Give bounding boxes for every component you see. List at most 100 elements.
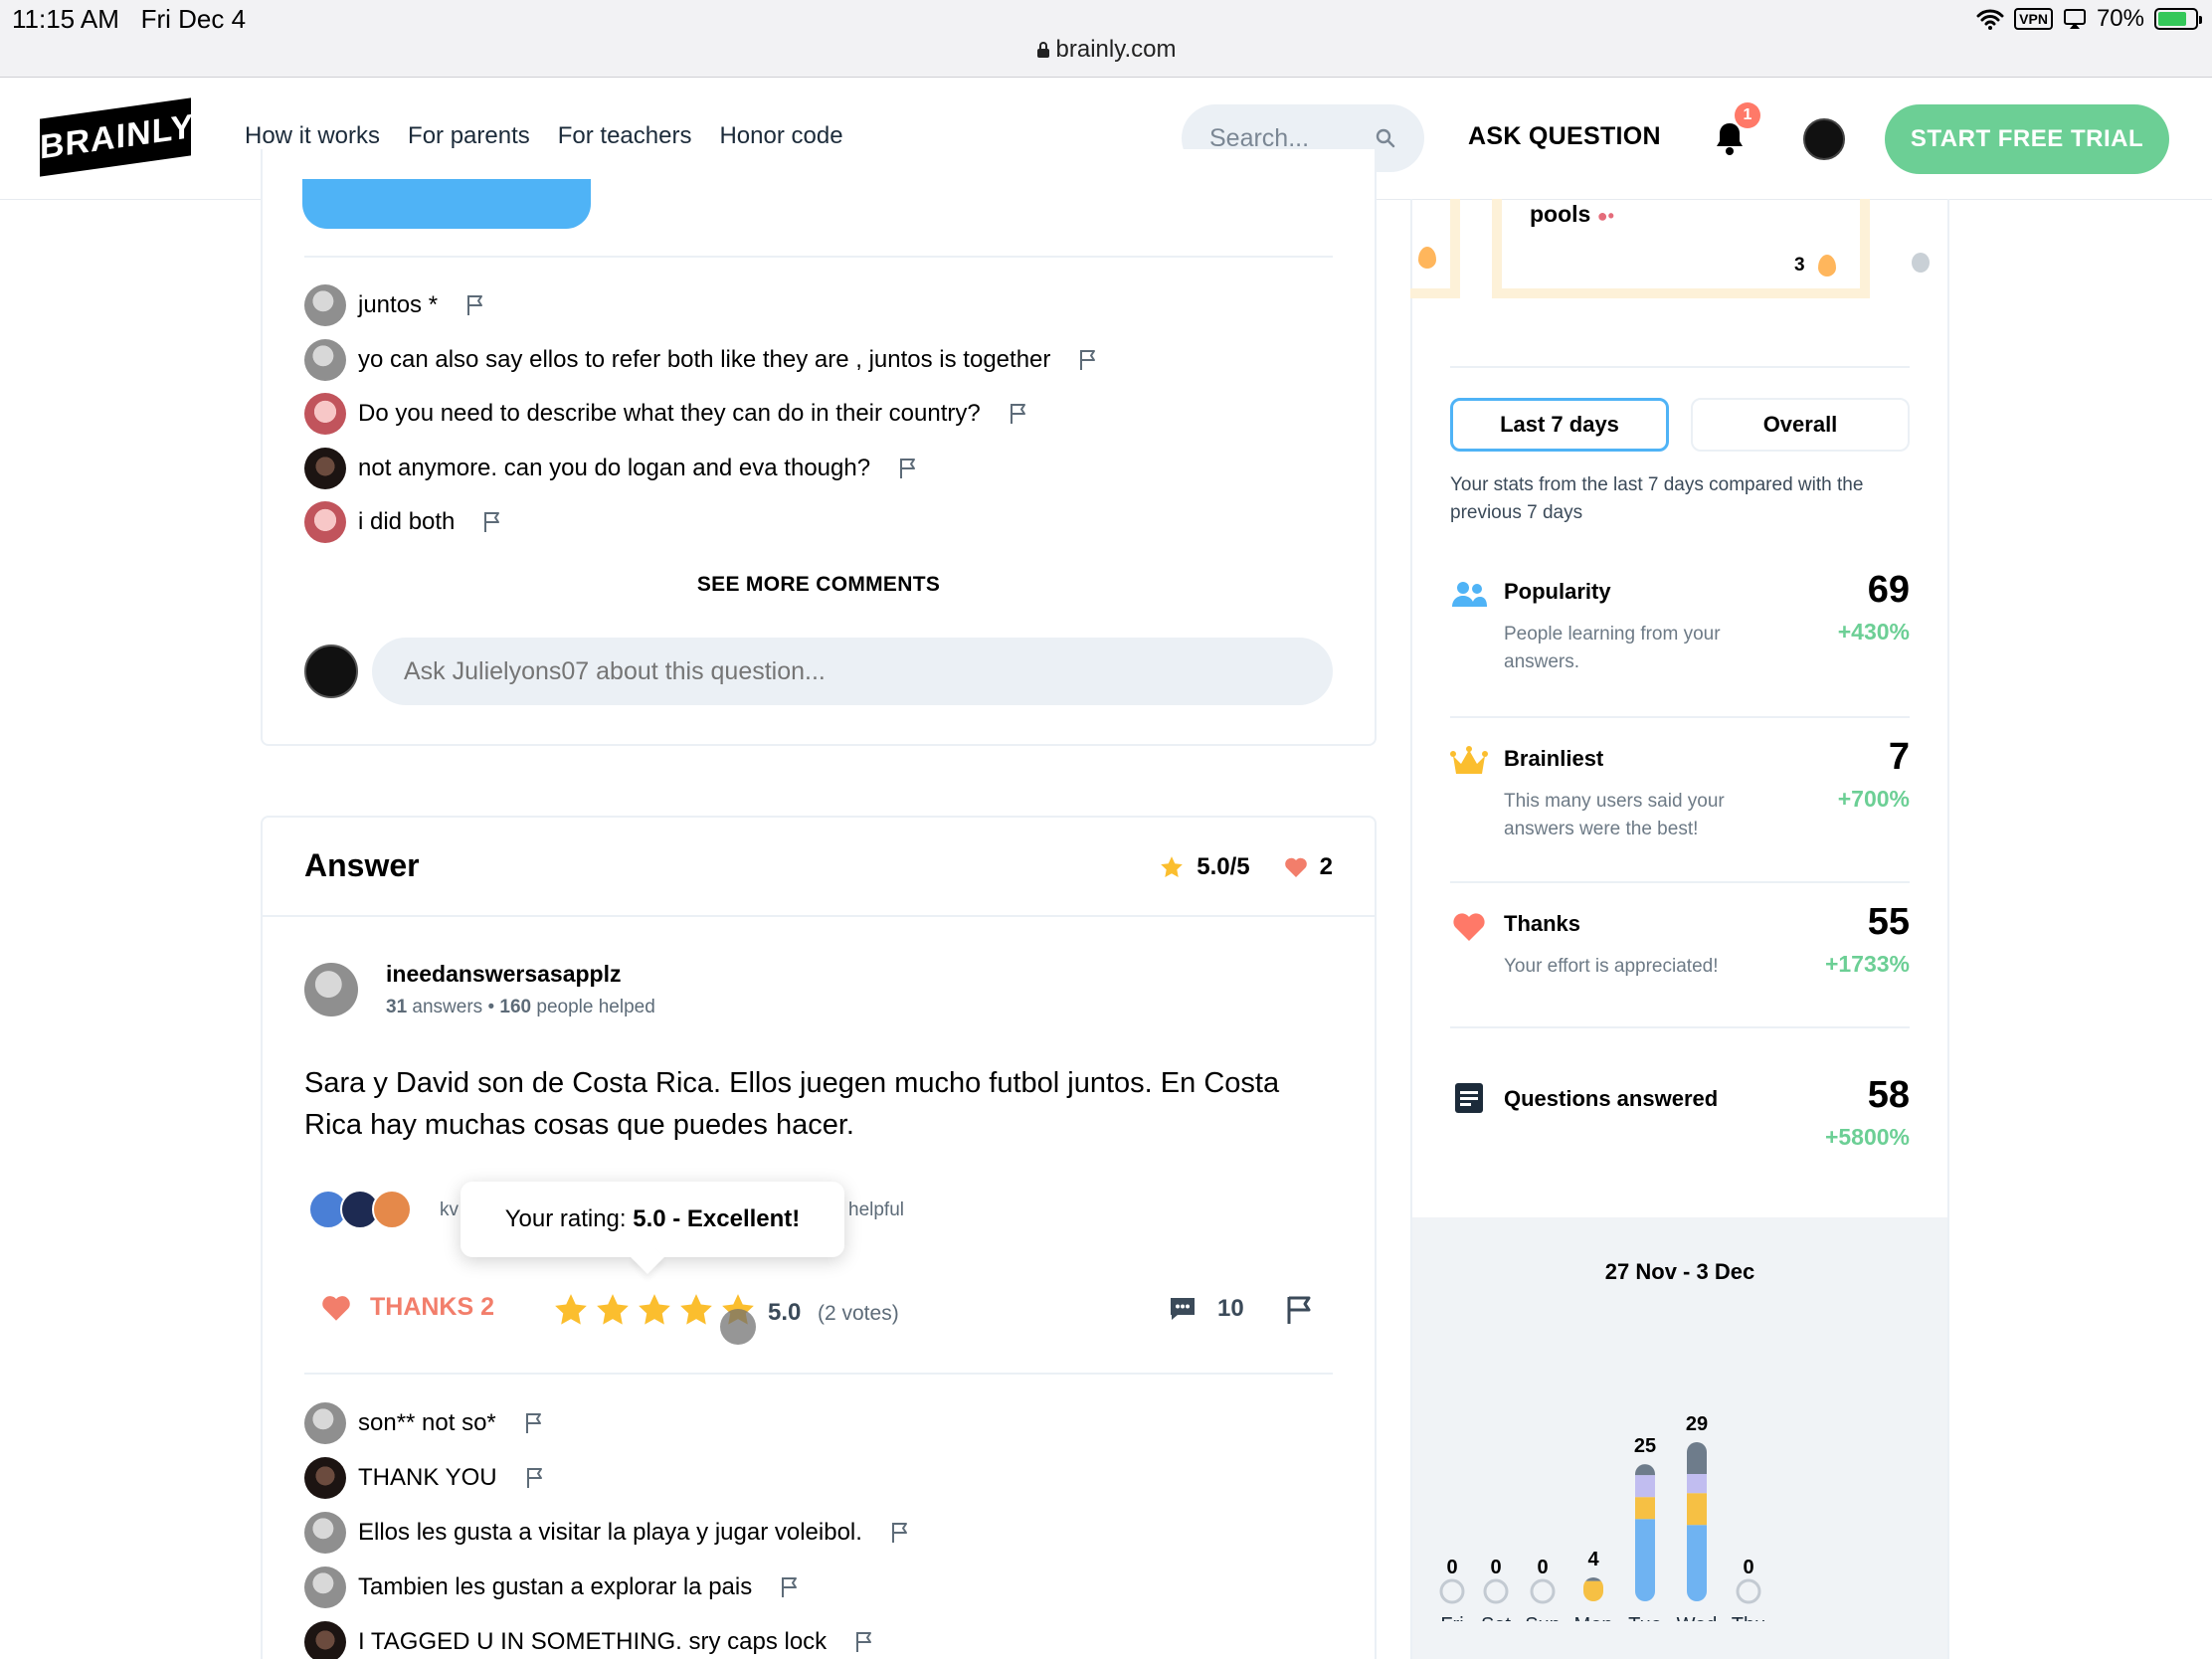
commenter-avatar	[304, 645, 358, 698]
star-icon[interactable]	[594, 1291, 632, 1329]
comment-text: Do you need to describe what they can do…	[358, 400, 981, 427]
report-flag-icon[interactable]	[898, 458, 918, 479]
answerer-name[interactable]: ineedanswersasapplz	[386, 961, 622, 988]
thanks-count: 2	[1319, 853, 1333, 880]
report-flag-icon[interactable]	[465, 294, 485, 316]
x-tick-label: Mon	[1574, 1614, 1613, 1621]
nav-for-teachers[interactable]: For teachers	[558, 122, 692, 150]
weekly-activity-chart: Fri 0 Sat 0 Sun 0 Mon 4 Tue 25 Wed 29 Thu 0	[1439, 1413, 1765, 1621]
rating-votes: (2 votes)	[818, 1302, 899, 1325]
heart-icon	[1453, 913, 1485, 941]
comment-item: son** not so*	[304, 1402, 544, 1444]
tab-overall[interactable]: Overall	[1691, 398, 1910, 452]
tab-last-7-days[interactable]: Last 7 days	[1450, 398, 1669, 452]
chart-title: 27 Nov - 3 Dec	[1604, 1259, 1755, 1284]
commenter-avatar[interactable]	[304, 1457, 346, 1499]
start-free-trial-button[interactable]: START FREE TRIAL	[1885, 104, 2169, 174]
report-flag-icon[interactable]	[780, 1576, 800, 1598]
bar-segment	[1635, 1497, 1655, 1520]
answer-title: Answer	[304, 847, 420, 883]
star-icon[interactable]	[636, 1291, 673, 1329]
report-flag-icon[interactable]	[890, 1522, 910, 1544]
divider	[304, 256, 1333, 258]
comment-text: Ellos les gusta a visitar la playa y jug…	[358, 1519, 862, 1546]
commenter-avatar[interactable]	[304, 447, 346, 489]
empty-day-marker	[1439, 1578, 1465, 1604]
comments-button[interactable]: 10	[1168, 1295, 1244, 1323]
report-flag-icon[interactable]	[854, 1631, 874, 1653]
answerer-stats: 31 answers • 160 people helped	[386, 997, 655, 1017]
rating-value: 5.0/5	[1197, 853, 1250, 880]
commenter-avatar[interactable]	[304, 501, 346, 543]
divider	[1450, 366, 1910, 368]
search-icon	[1376, 128, 1395, 148]
comment-item: not anymore. can you do logan and eva th…	[304, 447, 918, 489]
answer-text: Sara y David son de Costa Rica. Ellos ju…	[304, 1067, 1280, 1141]
helpful-text: helpful	[848, 1199, 904, 1220]
comment-text: THANK YOU	[358, 1464, 497, 1491]
commenter-avatar[interactable]	[304, 284, 346, 326]
x-tick-label: Tue	[1628, 1614, 1662, 1621]
bar-value-label: 4	[1587, 1549, 1599, 1570]
answer-button-partial[interactable]	[302, 179, 591, 229]
commenter-avatar[interactable]	[304, 1621, 346, 1659]
panel-border-right	[1947, 199, 1949, 1659]
empty-day-marker	[1530, 1578, 1556, 1604]
comment-text: juntos *	[358, 291, 439, 318]
report-flag-icon[interactable]	[1285, 1295, 1313, 1325]
address-bar[interactable]: brainly.com	[0, 36, 2212, 64]
comment-item: Do you need to describe what they can do…	[304, 393, 1028, 435]
stat-questions-answered: Questions answered 58 +5800%	[1450, 1074, 1910, 1188]
league-score: 3	[1794, 255, 1805, 276]
report-flag-icon[interactable]	[482, 511, 502, 533]
empty-day-marker	[1736, 1578, 1761, 1604]
helpers-text: kv	[440, 1199, 459, 1220]
commenter-avatar[interactable]	[304, 1512, 346, 1554]
touch-indicator	[720, 1309, 756, 1345]
user-avatar[interactable]	[1803, 118, 1845, 160]
comment-input[interactable]	[372, 638, 1333, 705]
see-more-comments-button[interactable]: SEE MORE COMMENTS	[261, 573, 1377, 597]
report-flag-icon[interactable]	[525, 1467, 545, 1489]
bar-value-label: 29	[1686, 1413, 1708, 1435]
helper-avatars	[308, 1190, 412, 1229]
report-flag-icon[interactable]	[1009, 403, 1028, 425]
divider	[1450, 716, 1910, 718]
commenter-avatar[interactable]	[304, 338, 346, 381]
heart-icon	[1284, 857, 1307, 877]
bar-segment	[1583, 1577, 1603, 1581]
ask-question-button[interactable]: ASK QUESTION	[1468, 122, 1661, 151]
star-icon[interactable]	[677, 1291, 715, 1329]
airplay-icon	[2063, 9, 2086, 29]
status-time: 11:15 AM Fri Dec 4	[12, 4, 247, 34]
report-flag-icon[interactable]	[524, 1412, 544, 1434]
bar-segment	[1635, 1519, 1655, 1601]
nav-for-parents[interactable]: For parents	[408, 122, 530, 150]
bar-segment	[1635, 1464, 1655, 1476]
comment-item: Ellos les gusta a visitar la playa y jug…	[304, 1512, 910, 1554]
status-icons: VPN 70%	[1976, 5, 2202, 33]
flame-icon	[1818, 255, 1836, 276]
divider	[1450, 881, 1910, 883]
bar-value-label: 0	[1446, 1557, 1457, 1578]
stat-brainliest: Brainliest This many users said your ans…	[1450, 736, 1910, 879]
league-card-left	[1410, 199, 1460, 298]
divider	[1450, 1026, 1910, 1028]
bar-value-label: 0	[1537, 1557, 1548, 1578]
stats-description: Your stats from the last 7 days compared…	[1450, 474, 1864, 523]
star-icon[interactable]	[552, 1291, 590, 1329]
bar-segment	[1687, 1493, 1707, 1526]
divider	[304, 1373, 1333, 1375]
flame-icon-grey	[1912, 253, 1930, 273]
comment-text: yo can also say ellos to refer both like…	[358, 345, 1051, 373]
nav-how-it-works[interactable]: How it works	[245, 122, 380, 150]
answerer-avatar[interactable]	[304, 963, 358, 1016]
comment-text: son** not so*	[358, 1409, 496, 1436]
commenter-avatar[interactable]	[304, 1402, 346, 1444]
nav-honor-code[interactable]: Honor code	[719, 122, 842, 150]
commenter-avatar[interactable]	[304, 1567, 346, 1608]
report-flag-icon[interactable]	[1078, 349, 1098, 371]
thanks-button[interactable]: THANKS 2	[320, 1293, 494, 1322]
commenter-avatar[interactable]	[304, 393, 346, 435]
brainly-logo[interactable]: BRAINLY	[40, 97, 194, 177]
